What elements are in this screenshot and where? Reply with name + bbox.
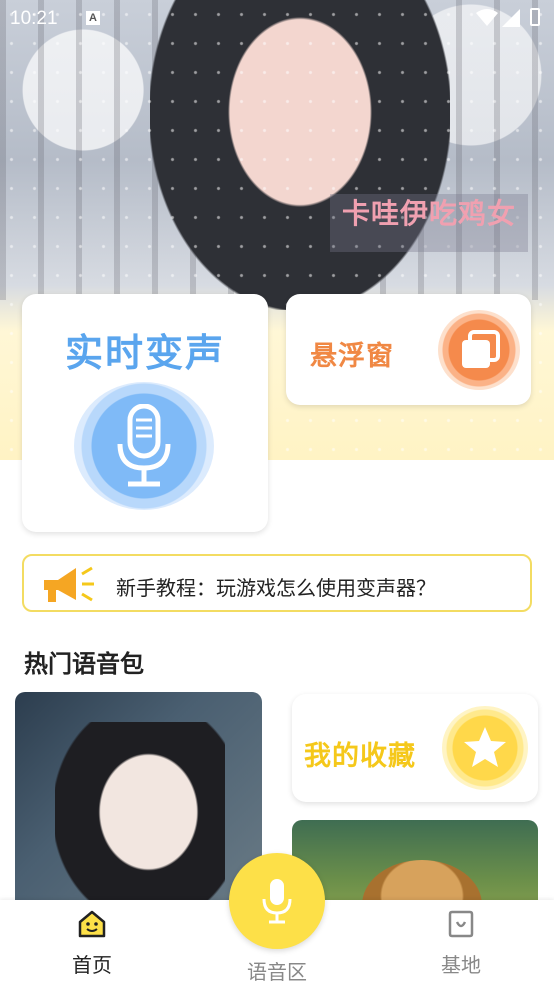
float-window-button[interactable] — [438, 310, 520, 390]
favorites-card[interactable]: 我的收藏 — [292, 694, 538, 802]
nav-voice-label[interactable]: 语音区 — [237, 956, 317, 984]
nav-base[interactable]: 基地 — [421, 910, 501, 978]
tutorial-text: 新手教程：玩游戏怎么使用变声器？ — [116, 576, 436, 600]
microphone-icon — [262, 879, 292, 924]
star-icon — [464, 727, 506, 767]
overlay-window-icon — [462, 330, 500, 368]
hero-tag: 卡哇伊吃鸡女 — [330, 194, 529, 252]
megaphone-icon — [44, 566, 94, 602]
realtime-mic-button[interactable] — [74, 382, 214, 510]
voice-pack-card[interactable] — [15, 692, 262, 912]
status-bar: 10:21 A — [0, 0, 554, 36]
float-window-card[interactable]: 悬浮窗 — [286, 294, 531, 405]
voice-pack-photo — [55, 722, 225, 912]
realtime-voice-card[interactable]: 实时变声 — [22, 294, 268, 532]
favorites-button[interactable] — [442, 706, 528, 790]
nav-voice-button[interactable] — [229, 853, 325, 949]
favorites-title: 我的收藏 — [304, 741, 416, 772]
home-smile-icon — [78, 910, 106, 938]
base-tag-icon — [448, 910, 474, 938]
float-window-title: 悬浮窗 — [310, 341, 394, 372]
tutorial-banner[interactable]: 新手教程：玩游戏怎么使用变声器？ — [22, 554, 532, 612]
signal-icon — [502, 9, 520, 27]
nav-home-label: 首页 — [72, 953, 112, 977]
microphone-icon — [117, 404, 171, 487]
notification-icon: A — [86, 11, 100, 25]
section-title-hot-voice-packs: 热门语音包 — [24, 650, 144, 678]
battery-icon — [530, 8, 540, 26]
nav-base-label: 基地 — [441, 953, 481, 977]
status-time: 10:21 — [10, 8, 58, 29]
nav-home[interactable]: 首页 — [52, 910, 132, 978]
wifi-icon — [476, 9, 498, 26]
realtime-voice-title: 实时变声 — [64, 331, 225, 375]
